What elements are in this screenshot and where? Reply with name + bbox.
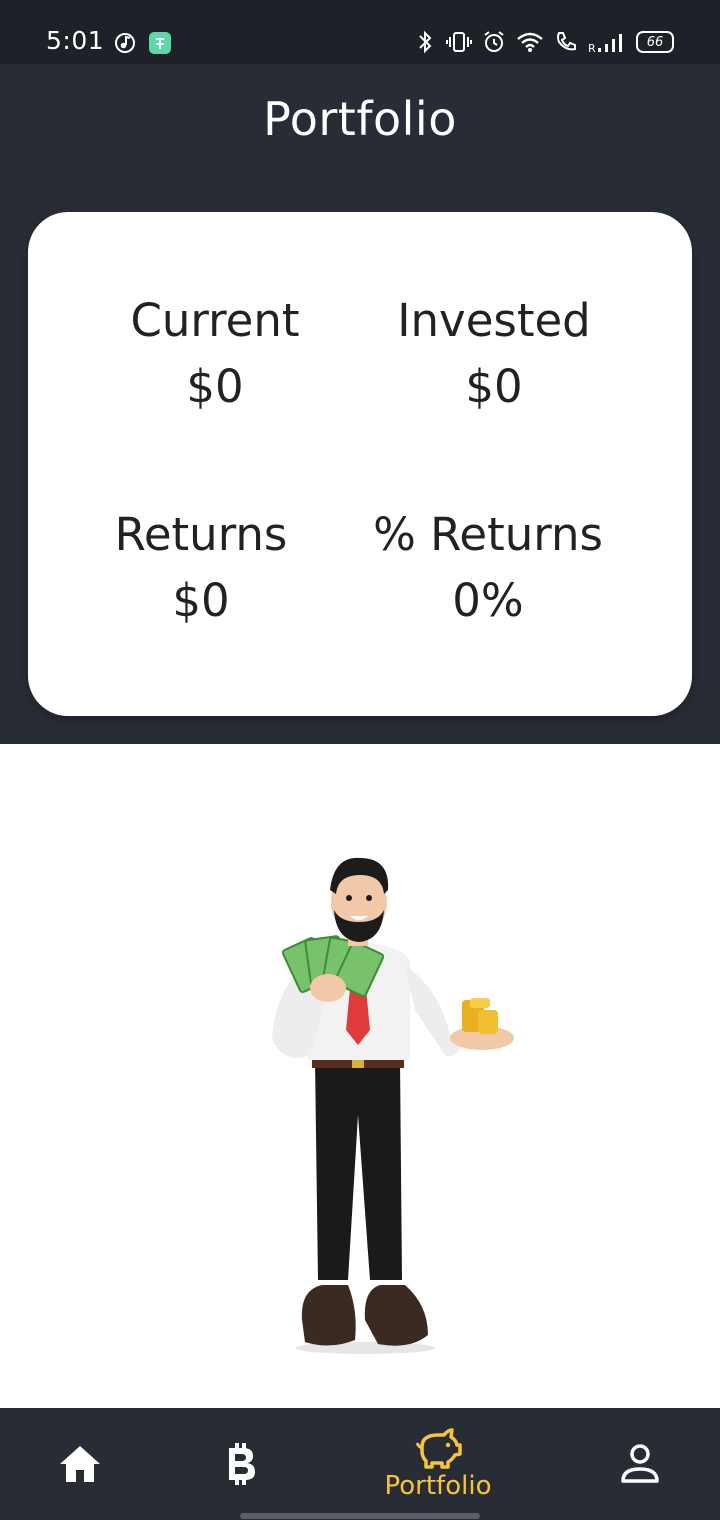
gesture-bar bbox=[240, 1513, 480, 1519]
call-icon bbox=[557, 32, 576, 51]
portfolio-summary-card: Current $0 Invested $0 Returns $0 % Retu… bbox=[28, 212, 692, 716]
music-note-icon bbox=[115, 33, 135, 53]
signal-icon: R bbox=[588, 34, 622, 54]
nav-portfolio[interactable]: Portfolio bbox=[368, 1408, 508, 1520]
wifi-icon bbox=[517, 32, 543, 52]
stat-percent-returns: % Returns 0% bbox=[328, 502, 648, 634]
nav-portfolio-label: Portfolio bbox=[384, 1471, 492, 1501]
nav-home[interactable] bbox=[40, 1408, 120, 1520]
alarm-icon bbox=[484, 31, 504, 52]
stat-percent-returns-value: 0% bbox=[452, 574, 524, 627]
stat-invested-label: Invested bbox=[397, 294, 591, 347]
nav-profile[interactable] bbox=[600, 1408, 680, 1520]
person-icon bbox=[621, 1444, 659, 1483]
stat-percent-returns-label: % Returns bbox=[373, 508, 603, 561]
piggy-bank-icon bbox=[415, 1428, 462, 1469]
stat-current-label: Current bbox=[130, 294, 300, 347]
battery-level: 66 bbox=[646, 34, 664, 50]
home-icon bbox=[60, 1446, 100, 1482]
bitcoin-icon bbox=[229, 1443, 255, 1485]
vibrate-icon bbox=[446, 32, 472, 52]
stat-invested-value: $0 bbox=[465, 360, 523, 413]
battery-icon: 66 bbox=[636, 31, 674, 53]
app-notification-icon bbox=[149, 32, 171, 54]
status-bar: 5:01 R 66 bbox=[0, 0, 720, 64]
page-title: Portfolio bbox=[263, 92, 457, 146]
stat-returns-value: $0 bbox=[172, 574, 230, 627]
stat-current-value: $0 bbox=[186, 360, 244, 413]
bluetooth-icon bbox=[419, 30, 432, 54]
nav-bitcoin[interactable] bbox=[200, 1408, 280, 1520]
portfolio-header: Portfolio Current $0 Invested $0 Returns… bbox=[0, 64, 720, 744]
businessman-illustration bbox=[272, 857, 514, 1354]
bottom-navigation: Portfolio bbox=[0, 1408, 720, 1520]
status-time: 5:01 bbox=[46, 26, 105, 55]
stat-current: Current $0 bbox=[55, 288, 375, 420]
stat-returns: Returns $0 bbox=[41, 502, 361, 634]
stat-returns-label: Returns bbox=[114, 508, 288, 561]
stat-invested: Invested $0 bbox=[334, 288, 654, 420]
svg-text:R: R bbox=[588, 42, 596, 54]
